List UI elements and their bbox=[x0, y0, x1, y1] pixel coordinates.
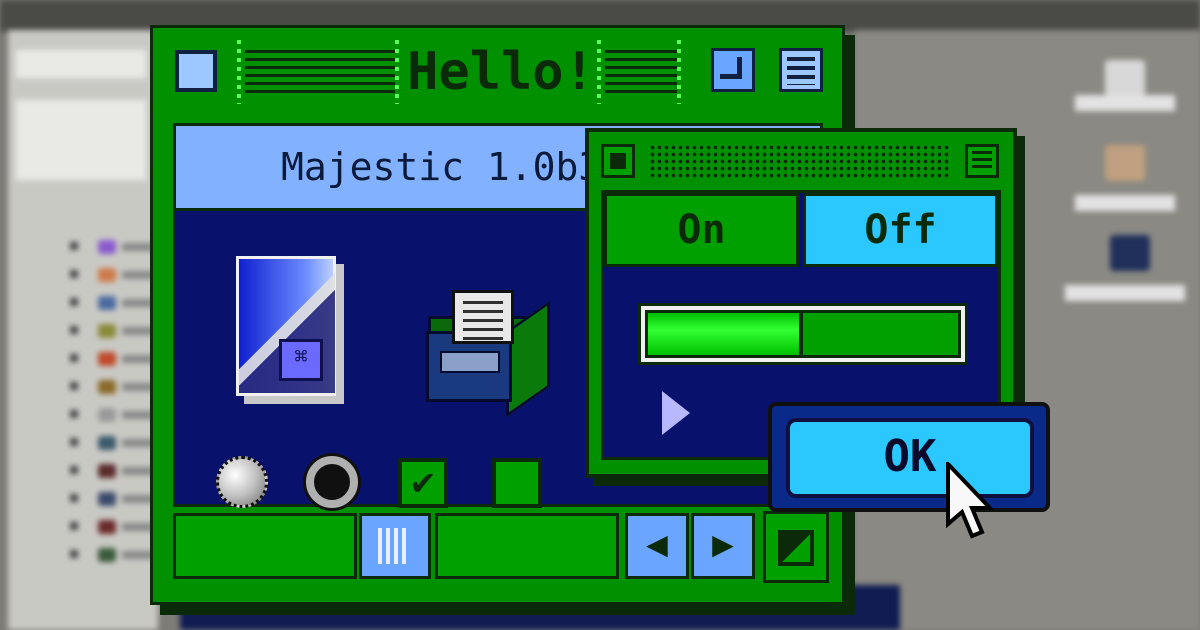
stripes-icon bbox=[605, 50, 677, 94]
radio-button-unselected[interactable] bbox=[306, 456, 358, 508]
background-list-item bbox=[70, 296, 162, 310]
title-dots-icon bbox=[677, 40, 681, 104]
checkbox-unchecked[interactable] bbox=[492, 458, 542, 508]
background-list-item bbox=[70, 352, 162, 366]
horizontal-scrollbar[interactable]: ◀ ▶ bbox=[173, 511, 829, 583]
background-list-item bbox=[70, 408, 162, 422]
scroll-thumb[interactable] bbox=[359, 513, 431, 579]
background-list-item bbox=[70, 492, 162, 506]
title-bar[interactable]: Hello! bbox=[153, 28, 842, 120]
resize-icon[interactable] bbox=[763, 511, 829, 583]
scroll-track-left[interactable] bbox=[173, 513, 357, 579]
scroll-track-right[interactable] bbox=[435, 513, 619, 579]
paper-icon bbox=[452, 290, 514, 344]
title-dots-icon bbox=[237, 40, 241, 104]
ok-button[interactable]: OK bbox=[786, 418, 1034, 498]
panel-shade-icon[interactable] bbox=[965, 144, 999, 178]
radio-button-selected[interactable] bbox=[216, 456, 268, 508]
background-list-item bbox=[70, 520, 162, 534]
window-shade-icon[interactable] bbox=[779, 48, 823, 92]
toggle-off-button[interactable]: Off bbox=[803, 193, 998, 267]
background-list-item bbox=[70, 268, 162, 282]
desktop-icon-label bbox=[1075, 95, 1175, 111]
cabinet-drawer bbox=[440, 351, 500, 373]
close-box-icon[interactable] bbox=[175, 50, 217, 92]
toggle-on-button[interactable]: On bbox=[604, 193, 799, 267]
background-list-item bbox=[70, 380, 162, 394]
default-button-ring: OK bbox=[768, 402, 1050, 512]
background-list-item bbox=[70, 548, 162, 562]
document-icon[interactable]: ⌘ bbox=[236, 256, 336, 396]
progress-slider[interactable] bbox=[638, 303, 968, 365]
arrow-right-icon[interactable]: ▶ bbox=[691, 513, 755, 579]
title-dots-icon bbox=[597, 40, 601, 104]
slider-fill bbox=[648, 313, 803, 355]
disclosure-triangle-icon[interactable] bbox=[662, 391, 690, 435]
desktop-app-icon bbox=[1105, 145, 1145, 181]
background-strip bbox=[16, 100, 146, 180]
document-badge-icon: ⌘ bbox=[279, 339, 323, 381]
version-label: Majestic 1.0b3 bbox=[281, 145, 602, 189]
stripes-icon bbox=[245, 50, 395, 94]
desktop-icon-label bbox=[1075, 195, 1175, 211]
checkbox-checked[interactable]: ✔ bbox=[398, 458, 448, 508]
slider-track[interactable] bbox=[645, 310, 961, 358]
desktop-icon-label bbox=[1065, 285, 1185, 301]
background-list-item bbox=[70, 436, 162, 450]
background-strip bbox=[16, 50, 146, 78]
desktop-drive-icon bbox=[1105, 60, 1145, 96]
title-dots-icon bbox=[395, 40, 399, 104]
background-list-item bbox=[70, 464, 162, 478]
desktop-globe-icon bbox=[1110, 235, 1150, 271]
file-cabinet-icon[interactable] bbox=[426, 290, 550, 418]
background-list-item bbox=[70, 324, 162, 338]
panel-close-box-icon[interactable] bbox=[601, 144, 635, 178]
background-list-item bbox=[70, 240, 162, 254]
zoom-icon[interactable] bbox=[711, 48, 755, 92]
cursor-icon bbox=[946, 462, 994, 539]
arrow-left-icon[interactable]: ◀ bbox=[625, 513, 689, 579]
window-title: Hello! bbox=[407, 42, 595, 102]
panel-drag-grip[interactable] bbox=[649, 144, 949, 178]
